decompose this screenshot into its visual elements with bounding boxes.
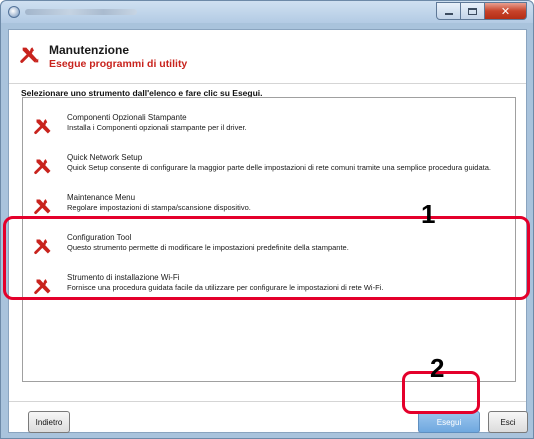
list-item-name: Strumento di installazione Wi-Fi bbox=[67, 273, 180, 282]
window-title-redacted bbox=[25, 9, 137, 15]
list-item-description: Installa i Componenti opzionali stampant… bbox=[67, 123, 247, 132]
list-item-maintenance-menu[interactable]: Maintenance Menu Regolare impostazioni d… bbox=[23, 186, 515, 226]
window-controls: ✕ bbox=[436, 2, 527, 20]
app-icon bbox=[8, 6, 20, 18]
step-callout-1: 1 bbox=[421, 199, 436, 229]
tools-icon bbox=[34, 239, 51, 255]
list-item-description: Fornisce una procedura guidata facile da… bbox=[67, 283, 384, 292]
tools-icon bbox=[34, 279, 51, 295]
tool-list[interactable]: Componenti Opzionali Stampante Installa … bbox=[22, 97, 516, 382]
dialog-client-area: Manutenzione Esegue programmi di utility… bbox=[8, 29, 528, 433]
close-button[interactable]: ✕ bbox=[485, 2, 527, 20]
tools-icon bbox=[34, 159, 51, 175]
list-item-description: Regolare impostazioni di stampa/scansion… bbox=[67, 203, 251, 212]
list-item-quick-network-setup[interactable]: Quick Network Setup Quick Setup consente… bbox=[23, 146, 515, 186]
close-icon: ✕ bbox=[500, 4, 511, 18]
maximize-icon bbox=[468, 7, 477, 15]
list-item-name: Componenti Opzionali Stampante bbox=[67, 113, 187, 122]
list-item-name: Quick Network Setup bbox=[67, 153, 143, 162]
tools-icon bbox=[20, 47, 39, 63]
minimize-button[interactable] bbox=[436, 2, 461, 20]
dialog-header: Manutenzione Esegue programmi di utility bbox=[9, 30, 526, 80]
page-title: Manutenzione bbox=[49, 43, 129, 57]
list-item-description: Quick Setup consente di configurare la m… bbox=[67, 163, 491, 172]
list-item-printer-options[interactable]: Componenti Opzionali Stampante Installa … bbox=[23, 106, 515, 146]
run-button[interactable]: Esegui bbox=[418, 411, 480, 433]
page-subtitle: Esegue programmi di utility bbox=[49, 58, 188, 70]
list-item-wifi-setup-tool[interactable]: Strumento di installazione Wi-Fi Fornisc… bbox=[23, 266, 515, 306]
maximize-button[interactable] bbox=[461, 2, 485, 20]
step-callout-2: 2 bbox=[430, 353, 445, 383]
list-item-configuration-tool[interactable]: Configuration Tool Questo strumento perm… bbox=[23, 226, 515, 266]
title-bar[interactable]: ✕ bbox=[1, 1, 533, 23]
exit-button[interactable]: Esci bbox=[488, 411, 528, 433]
app-window: ✕ Manutenzione Esegue programmi di utili… bbox=[0, 0, 534, 439]
list-item-name: Maintenance Menu bbox=[67, 193, 136, 202]
minimize-icon bbox=[444, 13, 453, 15]
header-divider bbox=[9, 83, 526, 84]
back-button[interactable]: Indietro bbox=[28, 411, 70, 433]
tools-icon bbox=[34, 119, 51, 135]
tools-icon bbox=[34, 199, 51, 215]
list-item-name: Configuration Tool bbox=[67, 233, 132, 242]
list-item-description: Questo strumento permette di modificare … bbox=[67, 243, 349, 252]
footer-divider bbox=[9, 401, 526, 402]
